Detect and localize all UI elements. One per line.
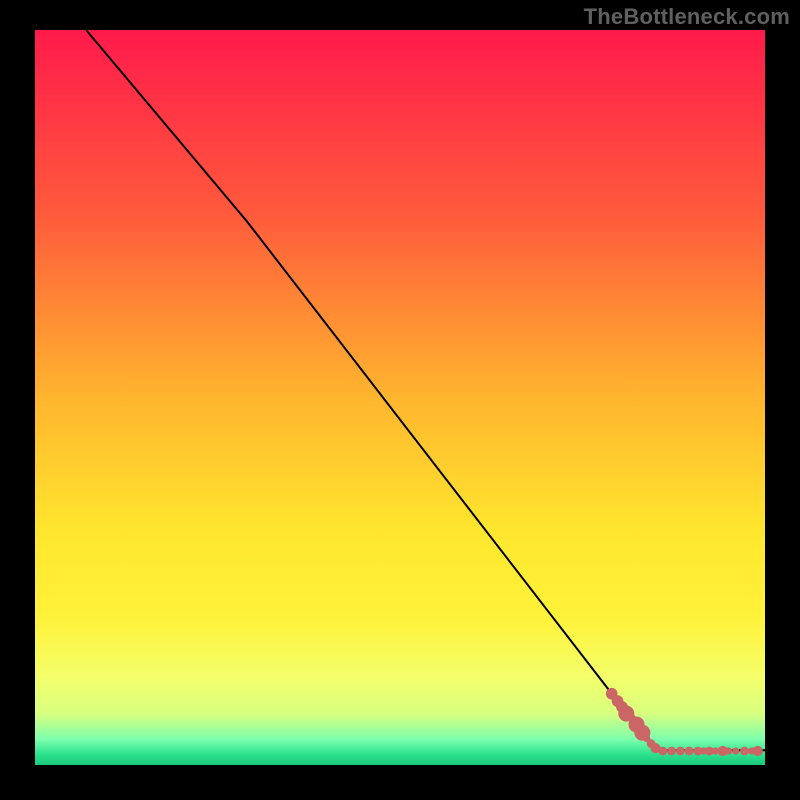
data-point <box>667 747 676 756</box>
data-point <box>732 747 739 754</box>
data-point <box>753 746 763 756</box>
gradient-background <box>35 30 765 765</box>
plot-area <box>35 30 765 765</box>
data-point <box>685 747 694 756</box>
data-point <box>676 747 685 756</box>
watermark-text: TheBottleneck.com <box>584 4 790 30</box>
data-point <box>725 747 732 754</box>
data-point <box>740 747 749 756</box>
plot-svg <box>35 30 765 765</box>
chart-frame: TheBottleneck.com <box>0 0 800 800</box>
data-point <box>658 747 667 756</box>
